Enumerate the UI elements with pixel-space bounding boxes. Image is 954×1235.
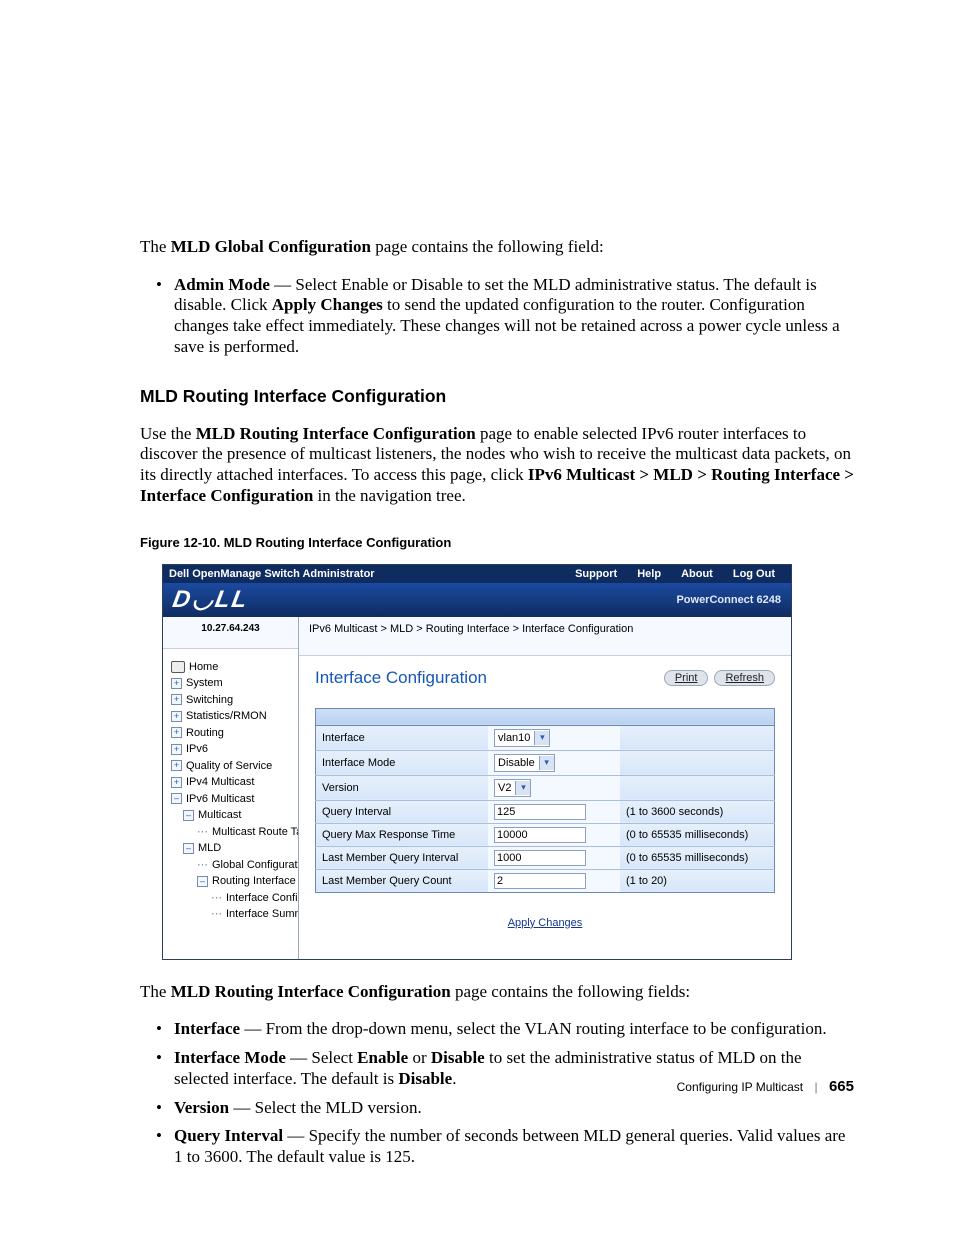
- intro-paragraph: The MLD Global Configuration page contai…: [140, 237, 854, 258]
- last-member-query-interval-input[interactable]: [494, 850, 586, 866]
- model-label: PowerConnect 6248: [676, 594, 781, 606]
- dell-logo: D◡LL: [170, 585, 251, 614]
- row-last-member-query-count: Last Member Query Count (1 to 20): [316, 869, 775, 892]
- page-footer: Configuring IP Multicast | 665: [677, 1078, 854, 1095]
- row-interface: Interface vlan10▾: [316, 725, 775, 750]
- footer-separator: |: [815, 1080, 818, 1094]
- fields-intro: The MLD Routing Interface Configuration …: [140, 982, 854, 1003]
- bullet-version: • Version — Select the MLD version.: [156, 1098, 854, 1119]
- help-link[interactable]: Help: [627, 568, 671, 580]
- collapse-icon: –: [183, 843, 194, 854]
- query-max-response-input[interactable]: [494, 827, 586, 843]
- support-link[interactable]: Support: [565, 568, 627, 580]
- chevron-down-icon: ▾: [515, 781, 530, 795]
- tree-ipv6[interactable]: +IPv6: [169, 741, 298, 758]
- tree-global-config[interactable]: ⋯Global Configuration: [169, 857, 298, 874]
- row-query-max-response: Query Max Response Time (0 to 65535 mill…: [316, 823, 775, 846]
- page-title: Interface Configuration: [315, 668, 658, 688]
- logout-link[interactable]: Log Out: [723, 568, 785, 580]
- bullet-icon: •: [156, 1048, 174, 1089]
- expand-icon: +: [171, 727, 182, 738]
- tree-statistics[interactable]: +Statistics/RMON: [169, 708, 298, 725]
- query-interval-input[interactable]: [494, 804, 586, 820]
- leaf-icon: ⋯: [197, 824, 208, 841]
- bullet-icon: •: [156, 275, 174, 358]
- about-link[interactable]: About: [671, 568, 723, 580]
- expand-icon: +: [171, 711, 182, 722]
- bullet-query-interval: • Query Interval — Specify the number of…: [156, 1126, 854, 1167]
- collapse-icon: –: [171, 793, 182, 804]
- footer-section: Configuring IP Multicast: [677, 1080, 804, 1094]
- breadcrumb: IPv6 Multicast > MLD > Routing Interface…: [299, 617, 791, 656]
- figure-caption: Figure 12-10. MLD Routing Interface Conf…: [140, 535, 854, 550]
- tree-routing-interface[interactable]: –Routing Interface: [169, 873, 298, 890]
- embedded-screenshot: Dell OpenManage Switch Administrator Sup…: [162, 564, 792, 960]
- bullet-icon: •: [156, 1019, 174, 1040]
- expand-icon: +: [171, 694, 182, 705]
- page-number: 665: [829, 1078, 854, 1095]
- tree-routing[interactable]: +Routing: [169, 725, 298, 742]
- tree-switching[interactable]: +Switching: [169, 692, 298, 709]
- tree-interface-summary[interactable]: ⋯Interface Summa: [169, 906, 298, 923]
- leaf-icon: ⋯: [211, 906, 222, 923]
- section-heading: MLD Routing Interface Configuration: [140, 386, 854, 407]
- bullet-icon: •: [156, 1098, 174, 1119]
- tree-ipv6-multicast[interactable]: –IPv6 Multicast: [169, 791, 298, 808]
- tree-system[interactable]: +System: [169, 675, 298, 692]
- expand-icon: +: [171, 760, 182, 771]
- expand-icon: +: [171, 777, 182, 788]
- tree-mld[interactable]: –MLD: [169, 840, 298, 857]
- interface-select[interactable]: vlan10▾: [494, 729, 550, 747]
- bullet-admin-mode: • Admin Mode — Select Enable or Disable …: [156, 275, 854, 358]
- tree-home[interactable]: Home: [169, 659, 298, 676]
- tree-multicast-route-table[interactable]: ⋯Multicast Route Tab: [169, 824, 298, 841]
- collapse-icon: –: [197, 876, 208, 887]
- nav-tree: Home +System +Switching +Statistics/RMON…: [163, 649, 298, 923]
- row-interface-mode: Interface Mode Disable▾: [316, 750, 775, 775]
- tree-multicast[interactable]: –Multicast: [169, 807, 298, 824]
- bullet-icon: •: [156, 1126, 174, 1167]
- device-ip: 10.27.64.243: [163, 617, 298, 649]
- collapse-icon: –: [183, 810, 194, 821]
- apply-changes-link[interactable]: Apply Changes: [508, 917, 583, 929]
- row-last-member-query-interval: Last Member Query Interval (0 to 65535 m…: [316, 846, 775, 869]
- leaf-icon: ⋯: [211, 890, 222, 907]
- tree-interface-config[interactable]: ⋯Interface Configur: [169, 890, 298, 907]
- tree-qos[interactable]: +Quality of Service: [169, 758, 298, 775]
- section-description: Use the MLD Routing Interface Configurat…: [140, 424, 854, 507]
- bullet-interface: • Interface — From the drop-down menu, s…: [156, 1019, 854, 1040]
- refresh-button[interactable]: Refresh: [714, 670, 775, 686]
- window-title: Dell OpenManage Switch Administrator: [169, 568, 565, 580]
- leaf-icon: ⋯: [197, 857, 208, 874]
- chevron-down-icon: ▾: [534, 731, 549, 745]
- chevron-down-icon: ▾: [539, 756, 554, 770]
- last-member-query-count-input[interactable]: [494, 873, 586, 889]
- home-icon: [171, 661, 185, 673]
- expand-icon: +: [171, 744, 182, 755]
- config-form: Interface vlan10▾ Interface Mode Disable…: [315, 708, 775, 893]
- version-select[interactable]: V2▾: [494, 779, 531, 797]
- row-query-interval: Query Interval (1 to 3600 seconds): [316, 800, 775, 823]
- table-header-spacer: [316, 708, 775, 725]
- print-button[interactable]: Print: [664, 670, 709, 686]
- interface-mode-select[interactable]: Disable▾: [494, 754, 555, 772]
- tree-ipv4-multicast[interactable]: +IPv4 Multicast: [169, 774, 298, 791]
- expand-icon: +: [171, 678, 182, 689]
- row-version: Version V2▾: [316, 775, 775, 800]
